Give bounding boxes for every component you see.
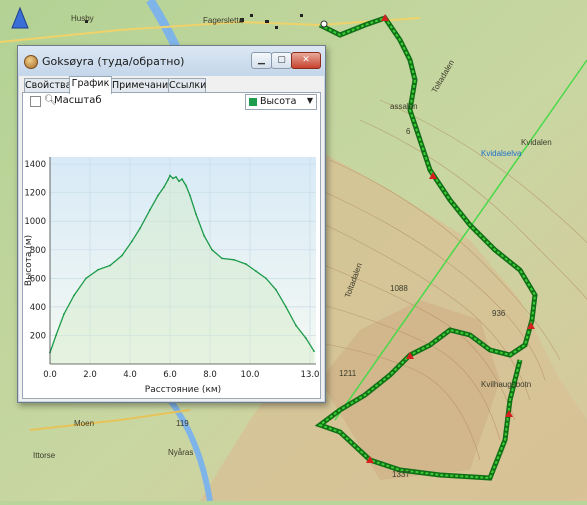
data-point — [172, 177, 174, 180]
data-point — [211, 248, 213, 251]
tab-links[interactable]: Ссылки — [168, 78, 206, 93]
tab-graph[interactable]: График — [69, 76, 112, 94]
map-label-assalen: assalen — [390, 102, 418, 111]
data-point — [85, 277, 87, 280]
data-point — [189, 194, 191, 197]
y-tick-label: 1400 — [24, 160, 46, 170]
app-icon — [24, 55, 38, 69]
map-label-height-6: 6 — [406, 127, 411, 136]
data-point — [121, 254, 123, 257]
graph-panel: 🔍︎ Масштаб Высота ▼ 200 400 600 800 1000 1200… — [22, 92, 321, 399]
map-label-nyaras: Nyåras — [168, 448, 194, 457]
close-button[interactable]: ✕ — [291, 52, 321, 69]
data-point — [203, 234, 205, 237]
scale-checkbox[interactable] — [30, 96, 41, 107]
route-start-point[interactable] — [320, 20, 328, 28]
scale-label: Масштаб — [54, 95, 102, 106]
data-point — [313, 350, 315, 353]
data-point — [233, 258, 235, 261]
map-label-kvidalselva: Kvidalselva — [481, 149, 522, 158]
minimize-button[interactable]: ▁ — [251, 52, 272, 69]
data-point — [149, 208, 151, 211]
map-label-kvidalen: Kvidalen — [521, 138, 552, 147]
elevation-chart[interactable]: 2004006008001000120014000.0 2.0 4.0 6.0 8.0 1… — [23, 111, 320, 396]
map-label-moen: Moen — [74, 419, 95, 428]
x-tick-label: 4.0 — [123, 370, 137, 380]
map-label-fagersletta: Fagersletta — [203, 16, 244, 25]
data-point — [131, 240, 133, 243]
maximize-button[interactable]: ▢ — [271, 52, 292, 69]
x-tick-label: 8.0 — [203, 370, 217, 380]
data-point — [181, 178, 183, 181]
x-tick-label: 6.0 — [163, 370, 177, 380]
tab-properties[interactable]: Свойства — [24, 78, 71, 93]
chevron-down-icon: ▼ — [306, 96, 313, 105]
data-point — [163, 186, 165, 188]
data-point — [169, 174, 171, 177]
data-point — [175, 176, 177, 178]
x-axis-label: Расстояние (км) — [145, 385, 221, 395]
y-tick-label: 200 — [30, 331, 46, 341]
data-point — [221, 257, 223, 260]
x-tick-label: 10.0 — [241, 370, 260, 380]
map-label-kvilhaugsbotn: Kvilhaugsbotn — [481, 380, 532, 389]
y-tick-label: 400 — [30, 303, 46, 313]
data-point — [195, 213, 197, 216]
x-tick-label: 2.0 — [83, 370, 97, 380]
data-point — [139, 227, 141, 230]
map-label-height-119: 119 — [176, 419, 189, 428]
y-axis-label: Высота (м) — [24, 235, 34, 286]
data-point — [255, 270, 257, 273]
data-point — [245, 263, 247, 265]
map-label-height-936: 936 — [492, 309, 506, 318]
map-label-height-1337: 1337 — [392, 470, 410, 479]
x-tick-label: 0.0 — [43, 370, 57, 380]
data-point — [63, 313, 65, 315]
window-titlebar[interactable]: Goksøyra (туда/обратно) ▁ ▢ ✕ — [18, 46, 325, 76]
y-tick-label: 1200 — [24, 189, 46, 199]
data-point — [55, 334, 57, 337]
data-point — [178, 180, 180, 183]
series-dropdown[interactable]: Высота ▼ — [245, 94, 317, 110]
data-point — [109, 264, 111, 267]
tab-notes[interactable]: Примечания — [111, 78, 174, 93]
data-point — [285, 305, 287, 308]
map-label-height-1211: 1211 — [339, 369, 357, 378]
x-tick-label: 13.0 — [301, 370, 320, 380]
data-point — [167, 178, 169, 181]
data-point — [275, 288, 277, 291]
data-point — [97, 268, 99, 271]
data-point — [73, 294, 75, 297]
data-point — [157, 194, 159, 197]
window-title: Goksøyra (туда/обратно) — [42, 55, 185, 68]
map-label-ittorse: Ittorse — [33, 451, 56, 460]
map-label-height-1088: 1088 — [390, 284, 408, 293]
y-tick-label: 1000 — [24, 217, 46, 227]
data-point — [265, 277, 267, 280]
series-color-swatch — [249, 98, 257, 106]
data-point — [185, 184, 187, 187]
series-dropdown-value: Высота — [260, 96, 297, 107]
track-properties-window[interactable]: Goksøyra (туда/обратно) ▁ ▢ ✕ Свойства Г… — [17, 45, 326, 403]
data-point — [295, 324, 297, 327]
map-label-husby: Husby — [71, 14, 94, 23]
data-point — [305, 337, 307, 340]
